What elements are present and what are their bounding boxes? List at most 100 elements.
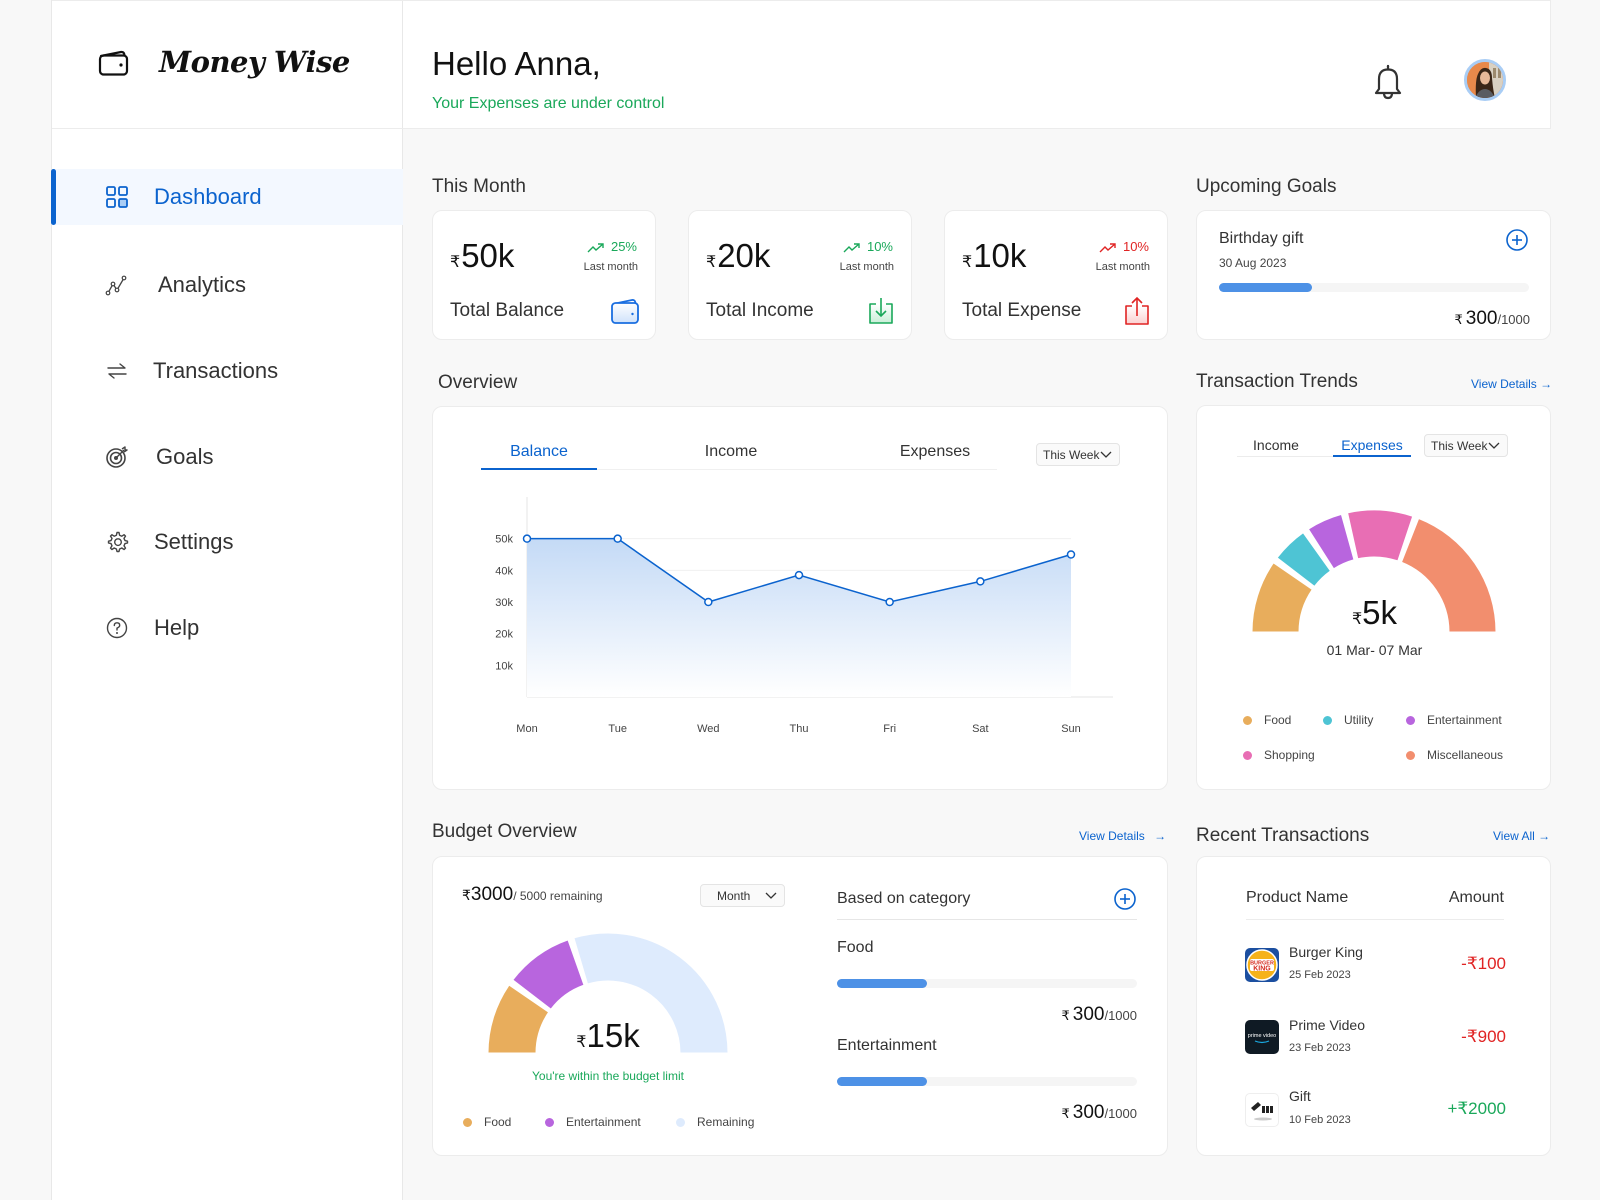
category-name: Entertainment — [837, 1037, 937, 1054]
logo[interactable]: Money Wise — [52, 0, 404, 129]
trend-up-icon — [1099, 242, 1116, 253]
transaction-trends-title: Transaction Trends — [1196, 371, 1358, 392]
stat-change: 10% — [1099, 239, 1149, 254]
view-all-link[interactable]: View All → — [1493, 829, 1550, 843]
trend-up-icon — [587, 242, 604, 253]
dashboard-grid-icon — [106, 186, 128, 208]
bell-icon[interactable] — [1371, 63, 1405, 101]
budget-remaining: ₹3000/ 5000 remaining — [462, 884, 603, 905]
budget-status: You're within the budget limit — [532, 1069, 684, 1083]
tab-income[interactable]: Income — [673, 443, 789, 461]
sidebar-item-dashboard[interactable]: Dashboard — [51, 169, 403, 225]
table-row[interactable]: BURGER KING Burger King 25 Feb 2023 -₹100 — [1197, 932, 1552, 998]
download-icon — [869, 298, 893, 324]
chevron-down-icon — [1488, 442, 1500, 449]
stat-change: 10% — [843, 239, 893, 254]
trends-view-details-link[interactable]: View Details → — [1471, 377, 1552, 391]
add-goal-button[interactable] — [1505, 228, 1529, 252]
arrow-right-icon: → — [1538, 829, 1551, 843]
status-message: Your Expenses are under control — [432, 95, 665, 112]
area-fill — [527, 538, 1071, 697]
this-month-title: This Month — [432, 176, 526, 197]
period-dropdown[interactable]: This Week — [1036, 443, 1120, 466]
divider — [837, 919, 1137, 920]
goal-progress-fill — [1219, 283, 1312, 292]
wallet-logo-icon — [98, 50, 129, 76]
data-point-wed[interactable] — [704, 597, 713, 607]
divider — [1246, 919, 1504, 920]
period-dropdown-value: This Week — [1043, 447, 1100, 462]
budget-view-details-link[interactable]: View Details → — [1079, 829, 1166, 843]
gauge-segment-shopping[interactable] — [1347, 509, 1414, 562]
total-expense-card[interactable]: ₹10k 10% Last month Total Expense — [944, 210, 1168, 340]
total-income-card[interactable]: ₹20k 10% Last month Total Income — [688, 210, 912, 340]
trend-up-icon — [843, 242, 860, 253]
txn-amount: -₹100 — [1461, 954, 1506, 973]
goal-name: Birthday gift — [1219, 230, 1304, 247]
y-tick-label: 50k — [495, 534, 513, 546]
upload-icon — [1125, 296, 1149, 325]
tab-income[interactable]: Income — [1237, 437, 1315, 453]
period-dropdown[interactable]: This Week — [1424, 434, 1508, 457]
sidebar-item-goals[interactable]: Goals — [52, 429, 403, 485]
sidebar-item-help[interactable]: Help — [52, 600, 403, 656]
sidebar-item-label: Dashboard — [154, 184, 262, 209]
tab-expenses[interactable]: Expenses — [1333, 437, 1411, 453]
x-tick-label: Mon — [516, 723, 537, 735]
tab-expenses[interactable]: Expenses — [877, 443, 993, 461]
data-point-mon[interactable] — [522, 534, 532, 543]
y-tick-label: 20k — [495, 629, 513, 641]
goal-card[interactable]: Birthday gift 30 Aug 2023 ₹300/1000 — [1196, 210, 1551, 340]
budget-overview-title: Budget Overview — [432, 821, 577, 842]
chevron-down-icon — [1100, 451, 1112, 458]
recent-transactions-title: Recent Transactions — [1196, 825, 1370, 846]
txn-amount: -₹900 — [1461, 1027, 1506, 1046]
user-avatar[interactable] — [1464, 59, 1506, 101]
budget-period-dropdown[interactable]: Month — [700, 884, 785, 907]
sidebar-item-label: Goals — [156, 444, 214, 469]
app-name: Money Wise — [159, 45, 350, 79]
sidebar-item-analytics[interactable]: Analytics — [52, 257, 403, 313]
period-dropdown-value: Month — [717, 888, 751, 903]
legend-miscellaneous: Miscellaneous — [1406, 748, 1503, 762]
txn-name: Burger King — [1289, 944, 1363, 960]
legend-dot — [1406, 750, 1415, 760]
column-header-amount: Amount — [1448, 889, 1504, 906]
table-row[interactable]: prime video Prime Video 23 Feb 2023 -₹90… — [1197, 1005, 1552, 1071]
data-point-tue[interactable] — [613, 534, 622, 543]
txn-amount: +₹2000 — [1447, 1099, 1506, 1118]
data-point-fri[interactable] — [885, 597, 894, 607]
total-balance-card[interactable]: ₹50k 25% Last month Total Balance — [432, 210, 656, 340]
sidebar-item-settings[interactable]: Settings — [52, 514, 403, 570]
active-tab-indicator — [481, 468, 597, 470]
header: Hello Anna, Your Expenses are under cont… — [403, 0, 1551, 129]
category-amount: ₹300/1000 — [1061, 1102, 1137, 1123]
tab-balance[interactable]: Balance — [481, 443, 597, 461]
add-category-button[interactable] — [1113, 887, 1137, 911]
table-row[interactable]: Gift 10 Feb 2023 +₹2000 — [1197, 1077, 1552, 1143]
recent-transactions-card: Product Name Amount BURGER KING Burger Ki… — [1196, 856, 1551, 1156]
x-tick-label: Fri — [883, 723, 896, 735]
stat-sublabel: Last month — [839, 261, 894, 273]
stat-label: Total Income — [706, 300, 814, 321]
data-point-thu[interactable] — [794, 570, 804, 580]
data-point-sat[interactable] — [976, 577, 985, 586]
help-circle-icon — [106, 617, 128, 639]
legend-utility: Utility — [1323, 713, 1373, 727]
stat-sublabel: Last month — [583, 261, 638, 273]
sidebar-item-transactions[interactable]: Transactions — [52, 343, 403, 399]
budget-overview-card: ₹3000/ 5000 remaining Month ₹15k You're … — [432, 856, 1168, 1156]
stat-label: Total Expense — [962, 300, 1082, 321]
category-progress — [837, 979, 1137, 988]
svg-text:KING: KING — [1253, 966, 1271, 973]
legend-entertainment: Entertainment — [1406, 713, 1502, 727]
transfer-arrows-icon — [107, 363, 127, 379]
legend-food: Food — [463, 1115, 511, 1129]
stat-value: ₹10k — [962, 237, 1027, 274]
greeting: Hello Anna, — [432, 45, 601, 82]
transaction-trends-card: Income Expenses This Week ₹5k 01 Mar- 07… — [1196, 405, 1551, 790]
wallet-icon — [611, 299, 639, 324]
data-point-sun[interactable] — [1066, 550, 1076, 559]
legend-shopping: Shopping — [1243, 748, 1315, 762]
budget-total: ₹15k — [576, 1017, 640, 1054]
